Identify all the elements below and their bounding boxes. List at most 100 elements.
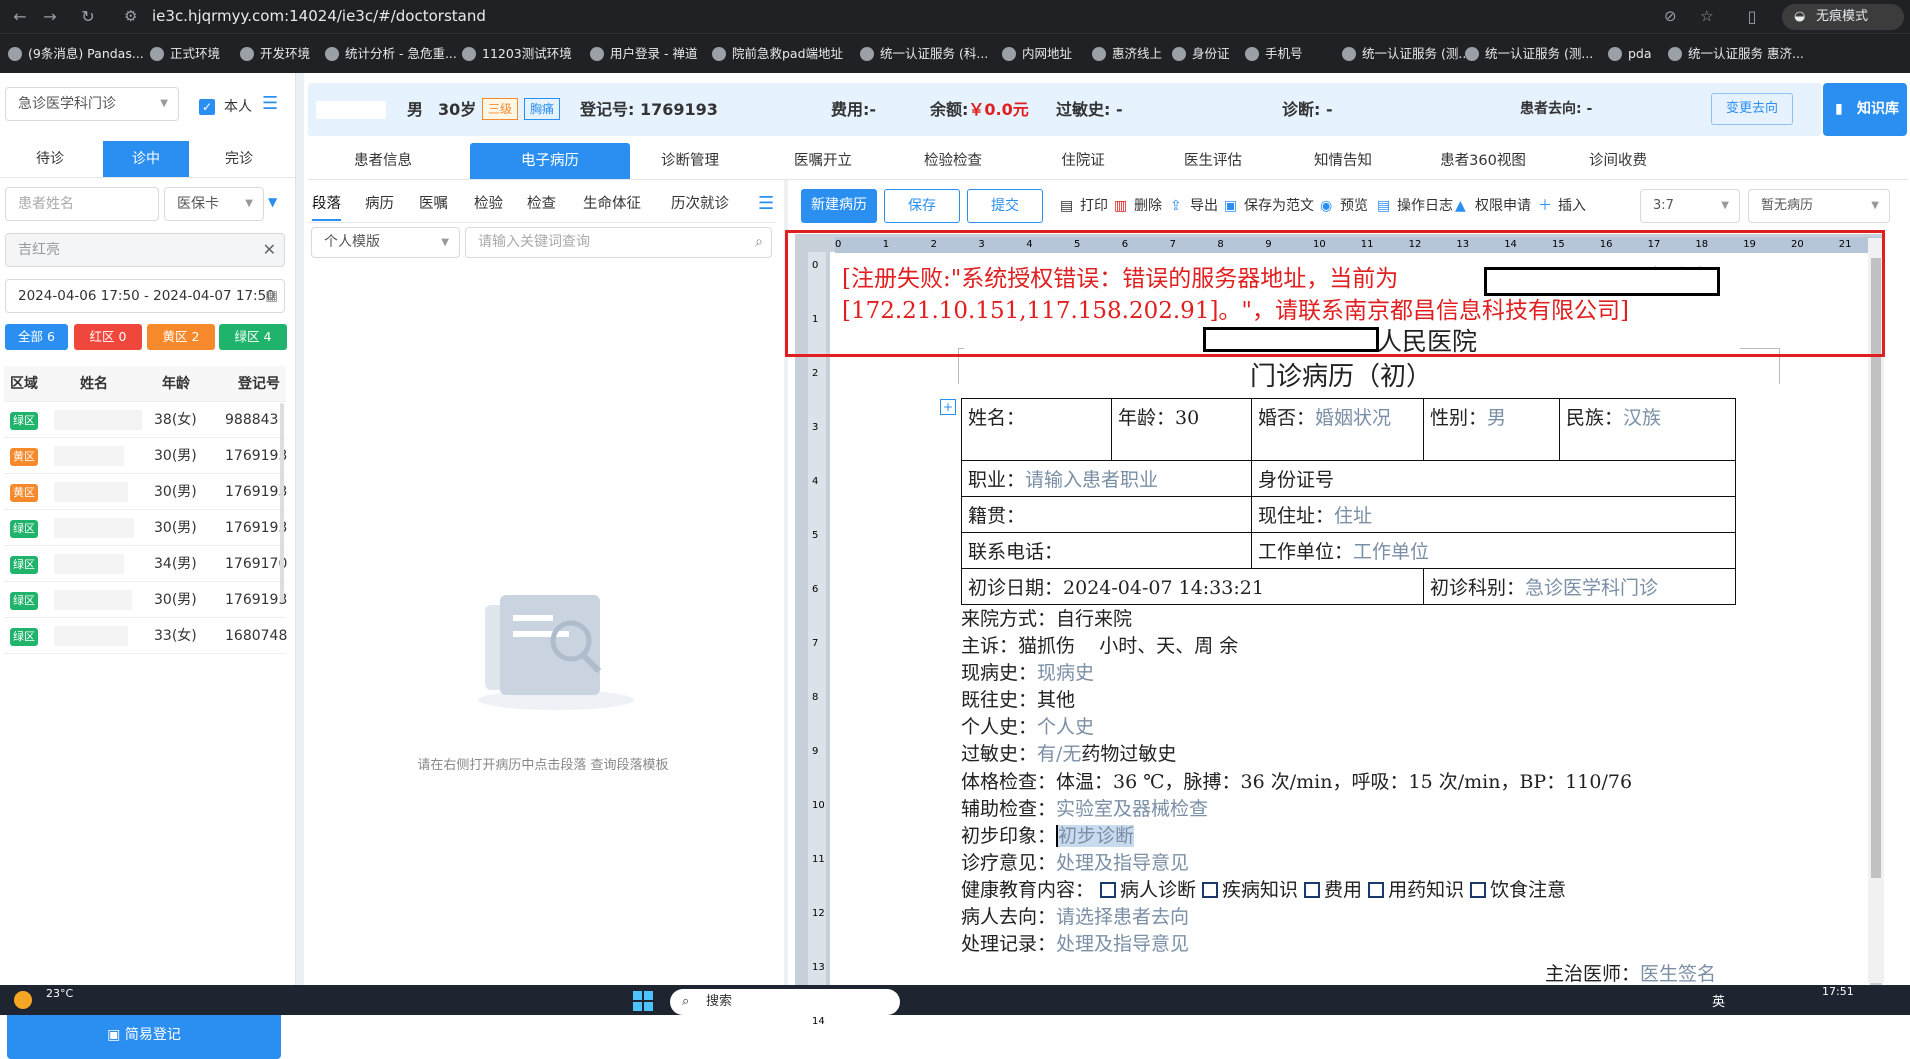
template-type-select[interactable]: 个人模版 ▼ [311,227,460,258]
bookmark-item[interactable]: 手机号 [1245,45,1303,63]
card-type-select[interactable]: 医保卡 ▼ [164,187,264,221]
splitter[interactable] [784,180,788,985]
segment-tab-4[interactable]: 检查 [527,192,556,213]
aux-line[interactable]: 辅助检查：实验室及器械检查 [961,796,1208,823]
tab-main-5[interactable]: 住院证 [1028,143,1138,179]
native-cell[interactable]: 籍贯： [961,496,1252,533]
reload-icon[interactable]: ↻ [78,7,98,27]
clear-icon[interactable]: ✕ [263,234,276,266]
impression-value[interactable]: 初步诊断 [1056,825,1135,847]
input-language[interactable]: 英 [1712,991,1725,1010]
segment-tab-1[interactable]: 病历 [365,192,394,213]
save-button[interactable]: 保存 [884,189,960,223]
taskbar-search[interactable]: ⌕ 搜索 [670,989,900,1015]
tab-main-8[interactable]: 患者360视图 [1418,143,1548,179]
record-line[interactable]: 处理记录：处理及指导意见 [961,931,1189,958]
department-select[interactable]: 急诊医学科门诊 ▼ [5,87,179,121]
zone-green-button[interactable]: 绿区 4 [219,324,287,350]
knowledge-base-button[interactable]: ▮ 知识库 [1823,83,1907,136]
marriage-cell[interactable]: 婚否：婚姻状况 [1251,398,1424,461]
table-row[interactable]: 绿区 33(女) 1680748 [4,618,287,654]
tool-print-button[interactable]: ▤ 打印 [1060,196,1108,216]
bookmark-item[interactable]: 统计分析 - 急危重... [325,45,457,63]
bookmark-item[interactable]: 统一认证服务 (科... [860,45,988,63]
submit-button[interactable]: 提交 [967,189,1043,223]
impression-line[interactable]: 初步印象： 初步诊断 [961,823,1135,850]
sex-cell[interactable]: 性别：男 [1423,398,1560,461]
windows-start-icon[interactable] [632,990,654,1012]
tab-main-7[interactable]: 知情告知 [1288,143,1398,179]
tab-in-progress[interactable]: 诊中 [103,141,189,177]
zone-yellow-button[interactable]: 黄区 2 [147,324,215,350]
bookmark-item[interactable]: pda [1608,45,1652,63]
segment-search-input[interactable]: 请输入关键词查询 ⌕ [465,227,772,258]
self-checkbox[interactable]: ✓ [199,99,215,115]
table-row[interactable]: 绿区 30(男) 1769193 [4,510,287,546]
name-cell[interactable]: 姓名： [961,398,1112,461]
quick-register-button[interactable]: ▣ 简易登记 [7,1011,281,1059]
table-row[interactable]: 绿区 34(男) 1769170 [4,546,287,582]
tab-main-2[interactable]: 诊断管理 [630,143,750,179]
bookmark-item[interactable]: 统一认证服务 惠济... [1668,45,1804,63]
allergy-line[interactable]: 过敏史：有/无药物过敏史 [961,741,1176,768]
table-row[interactable]: 黄区 30(男) 1769193 [4,474,287,510]
checkbox[interactable] [1100,882,1117,898]
address-bar[interactable]: ⚙ ie3c.hjqrmyy.com:14024/ie3c/#/doctorst… [114,3,1727,30]
checkbox[interactable] [1202,882,1219,898]
search-icon[interactable]: ⌕ [755,228,763,257]
tool-save-template-button[interactable]: ▣ 保存为范文 [1224,196,1314,216]
work-cell[interactable]: 工作单位：工作单位 [1251,532,1736,569]
eye-off-icon[interactable]: ⊘ [1664,3,1677,30]
scrollbar-thumb[interactable] [1871,258,1881,878]
bookmark-item[interactable]: 正式环境 [150,45,220,63]
bookmark-item[interactable]: 统一认证服务 (测... [1342,45,1470,63]
visit-date-cell[interactable]: 初诊日期：2024-04-07 14:33:21 [961,568,1424,605]
complaint-line[interactable]: 主诉：猫抓伤 小时、天、周 余 [961,633,1238,660]
address-cell[interactable]: 现住址：住址 [1251,496,1736,533]
job-cell[interactable]: 职业：请输入患者职业 [961,460,1252,497]
star-icon[interactable]: ☆ [1700,3,1713,30]
tab-waiting[interactable]: 待诊 [10,141,90,177]
new-record-button[interactable]: 新建病历 [801,189,877,223]
bookmark-item[interactable]: (9条消息) Pandas... [8,45,144,63]
segment-tab-2[interactable]: 医嘱 [419,192,448,213]
bookmark-item[interactable]: 统一认证服务 (测... [1465,45,1593,63]
checkbox[interactable] [1304,882,1321,898]
doctor-sign-line[interactable]: 主治医师：医生签名 [1545,961,1716,988]
panel-splitter[interactable] [296,73,304,985]
tab-completed[interactable]: 完诊 [199,141,279,177]
change-destination-button[interactable]: 变更去向 [1711,93,1793,125]
table-row[interactable]: 黄区 30(男) 1769193 [4,438,287,474]
sidepanel-icon[interactable]: ▯ [1742,7,1762,27]
visit-dept-cell[interactable]: 初诊科别：急诊医学科门诊 [1423,568,1736,605]
tool-insert-button[interactable]: ＋ 插入 [1538,196,1586,216]
table-row[interactable]: 绿区 30(男) 1769193 [4,582,287,618]
weather-icon[interactable] [14,991,32,1009]
segment-menu-icon[interactable]: ☰ [758,193,774,214]
tab-main-3[interactable]: 医嘱开立 [763,143,883,179]
site-info-icon[interactable]: ⚙ [124,3,137,30]
bookmark-item[interactable]: 身份证 [1172,45,1230,63]
arrival-line[interactable]: 来院方式：自行来院 [961,606,1132,633]
past-line[interactable]: 既往史：其他 [961,687,1075,714]
tab-main-6[interactable]: 医生评估 [1158,143,1268,179]
date-range-input[interactable]: 2024-04-06 17:50 - 2024-04-07 17:50 ▦ [5,279,285,313]
tool-permission-button[interactable]: ▲ 权限申请 [1455,196,1531,216]
exam-line[interactable]: 体格检查：体温：36 ℃，脉搏：36 次/min，呼吸：15 次/min，BP：… [961,769,1632,796]
segment-tab-5[interactable]: 生命体征 [583,192,641,213]
clock[interactable]: 17:51 [1822,985,1854,998]
incognito-badge[interactable]: ◒ 无痕模式 [1782,4,1904,30]
filter-icon[interactable]: ▼ [268,195,277,209]
forward-icon[interactable]: → [40,7,60,27]
nation-cell[interactable]: 民族：汉族 [1559,398,1736,461]
segment-tab-0[interactable]: 段落 [312,192,341,221]
list-scrollbar[interactable] [280,403,284,603]
bookmark-item[interactable]: 开发环境 [240,45,310,63]
doctor-filter-input[interactable]: 吉红亮 ✕ [5,233,285,267]
segment-tab-6[interactable]: 历次就诊 [671,192,729,213]
document-scrollbar[interactable] [1868,238,1884,983]
checkbox[interactable] [1368,882,1385,898]
tab-main-1[interactable]: 电子病历 [470,143,630,179]
advice-line[interactable]: 诊疗意见：处理及指导意见 [961,850,1189,877]
bookmark-item[interactable]: 11203测试环境 [462,45,572,63]
